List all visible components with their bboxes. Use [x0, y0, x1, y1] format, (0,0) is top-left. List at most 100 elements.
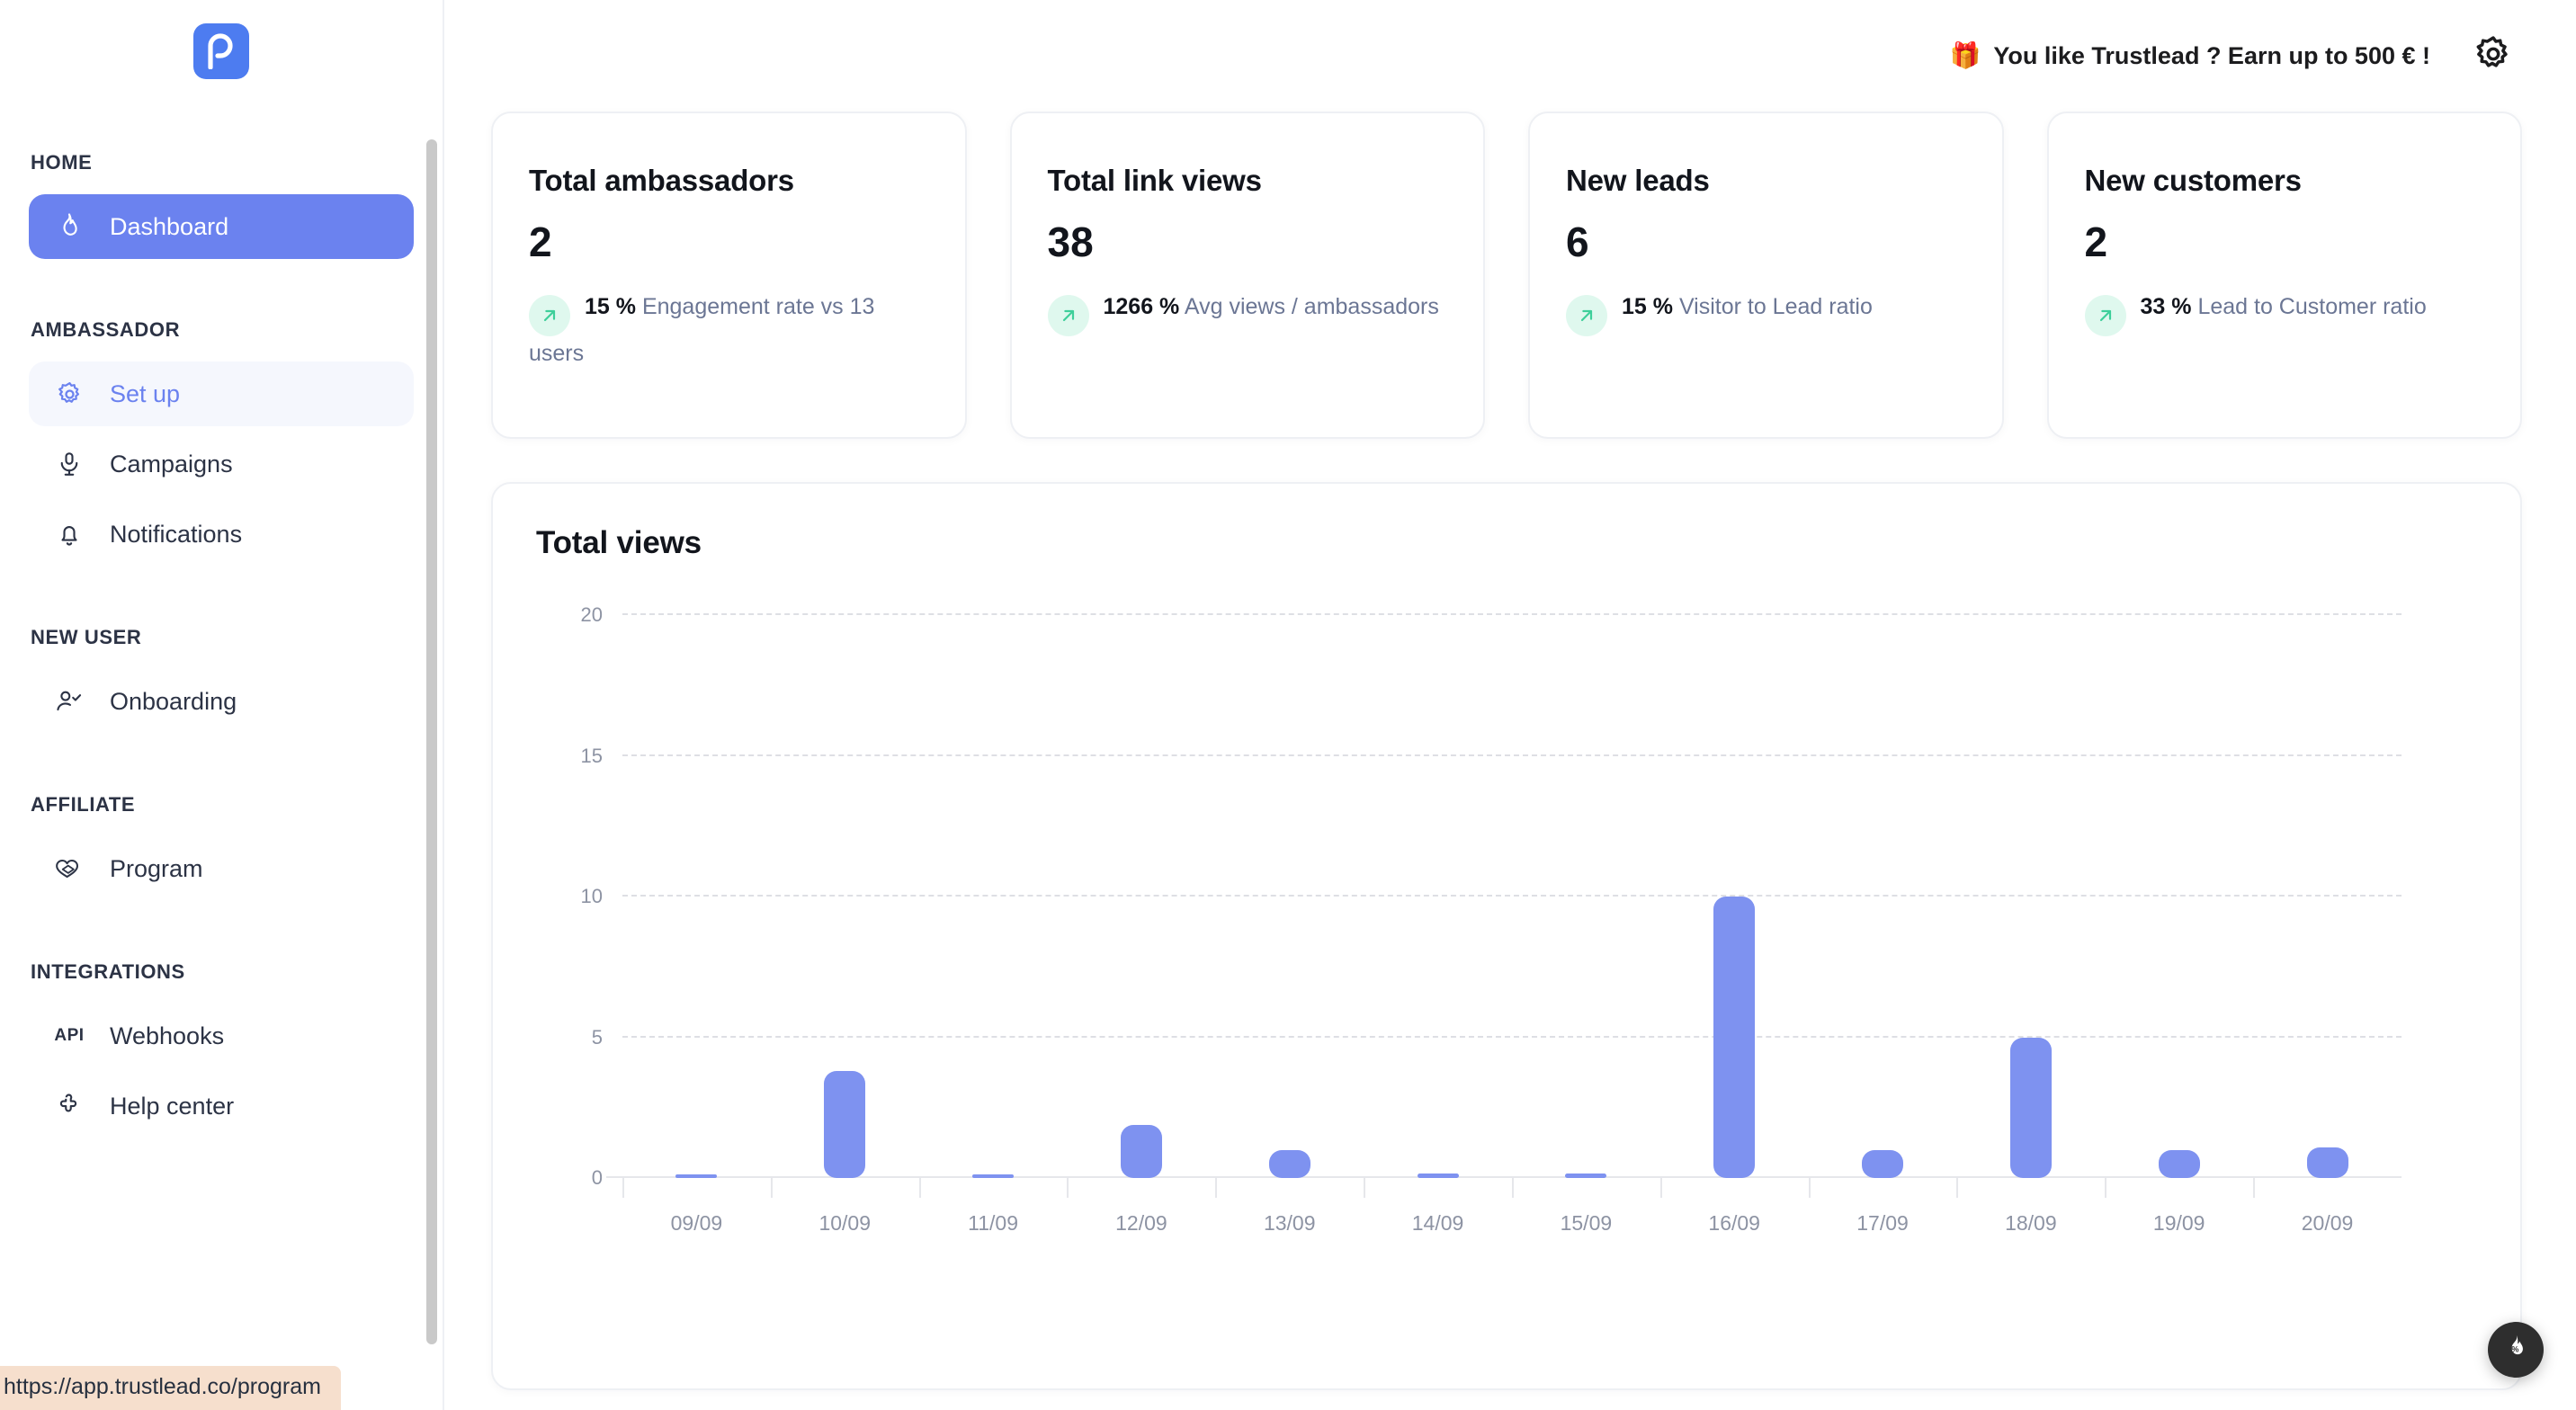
- chart-bar-column[interactable]: [2253, 615, 2402, 1198]
- status-bar-url-text: https://app.trustlead.co/program: [4, 1374, 321, 1399]
- sidebar-item-label: Campaigns: [110, 450, 233, 477]
- chart-x-tick: [1511, 1178, 1514, 1198]
- chart-bar[interactable]: [1417, 1174, 1459, 1178]
- chart-bar[interactable]: [972, 1174, 1015, 1178]
- kpi-title: New customers: [2084, 164, 2303, 197]
- chart-x-axis-labels: 09/09 10/09 11/09 12/09 13/09 14/09 15/09 16/09…: [622, 1211, 2402, 1236]
- chart-x-tick: [2105, 1178, 2107, 1198]
- chart-bar[interactable]: [1565, 1174, 1607, 1178]
- chart-bar-column[interactable]: [918, 615, 1068, 1198]
- chart-bar-column[interactable]: [1067, 615, 1215, 1198]
- arrow-up-right-icon: [529, 295, 570, 336]
- chart-y-tick-label: 20: [580, 603, 603, 626]
- sidebar-scrollbar-thumb[interactable]: [426, 139, 437, 1344]
- arrow-up-right-icon: [1566, 295, 1607, 336]
- chart-bar-column[interactable]: [1364, 615, 1512, 1198]
- chart-bar-column[interactable]: [622, 615, 771, 1198]
- kpi-delta: 1266 % Avg views / ambassadors: [1047, 290, 1448, 336]
- kpi-delta: 15 % Visitor to Lead ratio: [1566, 290, 1966, 336]
- chart-bar[interactable]: [675, 1174, 718, 1178]
- chart-x-tick: [1364, 1178, 1366, 1198]
- chart-x-tick: [622, 1178, 624, 1198]
- chart-bar[interactable]: [1862, 1149, 1904, 1178]
- chart-y-tick-label: 10: [580, 885, 603, 907]
- kpi-delta-label: Avg views / ambassadors: [1184, 294, 1439, 319]
- kpi-title: Total link views: [1047, 164, 1262, 197]
- chart-y-tick-label: 15: [580, 744, 603, 767]
- kpi-delta-label: Visitor to Lead ratio: [1678, 294, 1873, 319]
- sidebar-item-webhooks[interactable]: API Webhooks: [29, 1004, 414, 1068]
- chart-bar[interactable]: [1120, 1124, 1162, 1178]
- nav-section-home: HOME: [31, 151, 93, 174]
- chart-bar-column[interactable]: [1808, 615, 1957, 1198]
- help-fab-button[interactable]: %: [2488, 1322, 2544, 1378]
- chart-bar-column[interactable]: [1659, 615, 1809, 1198]
- chart-bar-column[interactable]: [2105, 615, 2253, 1198]
- chart-x-tick-label: 14/09: [1411, 1211, 1464, 1235]
- chart-bar-column[interactable]: [1956, 615, 2105, 1198]
- app-logo[interactable]: [193, 23, 249, 79]
- kpi-delta-label: Lead to Customer ratio: [2197, 294, 2427, 319]
- sidebar-item-label: Notifications: [110, 520, 243, 548]
- nav-section-ambassador: AMBASSADOR: [31, 318, 181, 341]
- chart-bar[interactable]: [2009, 1037, 2052, 1178]
- chart-bar[interactable]: [1268, 1149, 1310, 1178]
- kpi-delta-pct: 33 %: [2140, 294, 2192, 319]
- nav-section-new-user: NEW USER: [31, 626, 142, 648]
- chart-x-tick-label: 17/09: [1856, 1211, 1909, 1235]
- chart-bar[interactable]: [2158, 1149, 2200, 1178]
- kpi-card-new-customers: New customers 2 33 % Lead to Customer ra…: [2046, 112, 2522, 439]
- sidebar-item-program[interactable]: Program: [29, 836, 414, 901]
- kpi-delta-label: Engagement rate vs 13 users: [529, 294, 875, 366]
- chart-x-tick-label: 13/09: [1263, 1211, 1316, 1235]
- panel-title: Total views: [536, 525, 702, 560]
- kpi-value: 38: [1047, 219, 1094, 265]
- gear-icon: [54, 379, 85, 409]
- promo-banner[interactable]: 🎁 You like Trustlead ? Earn up to 500 € …: [1950, 42, 2431, 70]
- chart-bar[interactable]: [1713, 897, 1756, 1178]
- sidebar-item-onboarding[interactable]: Onboarding: [29, 669, 414, 734]
- chart-x-tick-label: 16/09: [1708, 1211, 1760, 1235]
- sidebar-item-campaigns[interactable]: Campaigns: [29, 432, 414, 496]
- bell-icon: [54, 519, 85, 549]
- chart-bar-column[interactable]: [1215, 615, 1364, 1198]
- chart-bar[interactable]: [2306, 1147, 2348, 1178]
- chart-x-tick: [2253, 1178, 2256, 1198]
- kpi-delta-pct: 1266 %: [1103, 294, 1180, 319]
- puzzle-icon: [54, 1091, 85, 1121]
- chart-x-tick: [1215, 1178, 1218, 1198]
- sidebar-item-notifications[interactable]: Notifications: [29, 502, 414, 567]
- chart-plot-area: 5 10 15 20 0: [581, 603, 2402, 1198]
- sidebar-nav: HOME Dashboard AMBASSADOR Set up Campaig…: [0, 151, 443, 1138]
- flame-icon: [54, 211, 85, 242]
- gear-icon: [2473, 34, 2513, 78]
- chart-y-tick-label: 5: [591, 1025, 603, 1049]
- kpi-delta-pct: 15 %: [585, 294, 636, 319]
- chart-bar-column[interactable]: [770, 615, 919, 1198]
- kpi-value: 2: [2084, 219, 2108, 265]
- chart-x-tick-label: 10/09: [818, 1211, 872, 1235]
- chart-x-tick: [1067, 1178, 1069, 1198]
- sidebar-item-dashboard[interactable]: Dashboard: [29, 194, 414, 259]
- chart-bar-column[interactable]: [1511, 615, 1660, 1198]
- kpi-card-new-leads: New leads 6 15 % Visitor to Lead ratio: [1528, 112, 2004, 439]
- chart-x-tick-label: 20/09: [2301, 1211, 2354, 1235]
- logo-wrap: [0, 0, 443, 79]
- kpi-card-total-link-views: Total link views 38 1266 % Avg views / a…: [1009, 112, 1485, 439]
- sidebar-item-setup[interactable]: Set up: [29, 361, 414, 426]
- chart-bar[interactable]: [824, 1071, 866, 1178]
- sidebar-item-label: Program: [110, 854, 203, 882]
- total-views-panel: Total views 5 10 15 20 0 09/09 10/09 11/09 12/0…: [491, 482, 2522, 1390]
- kpi-cards: Total ambassadors 2 15 % Engagement rate…: [444, 112, 2576, 439]
- chart-x-tick: [1659, 1178, 1662, 1198]
- sidebar-item-help-center[interactable]: Help center: [29, 1074, 414, 1138]
- chart-x-tick-label: 11/09: [968, 1211, 1018, 1235]
- chart-x-tick-label: 18/09: [2005, 1211, 2057, 1235]
- settings-button[interactable]: [2472, 34, 2515, 77]
- arrow-up-right-icon: [2084, 295, 2126, 336]
- total-views-chart: 5 10 15 20 0 09/09 10/09 11/09 12/09 13/09 14/09 1…: [536, 603, 2472, 1245]
- flame-percent-icon: %: [2500, 1333, 2531, 1368]
- kpi-value: 2: [529, 219, 552, 265]
